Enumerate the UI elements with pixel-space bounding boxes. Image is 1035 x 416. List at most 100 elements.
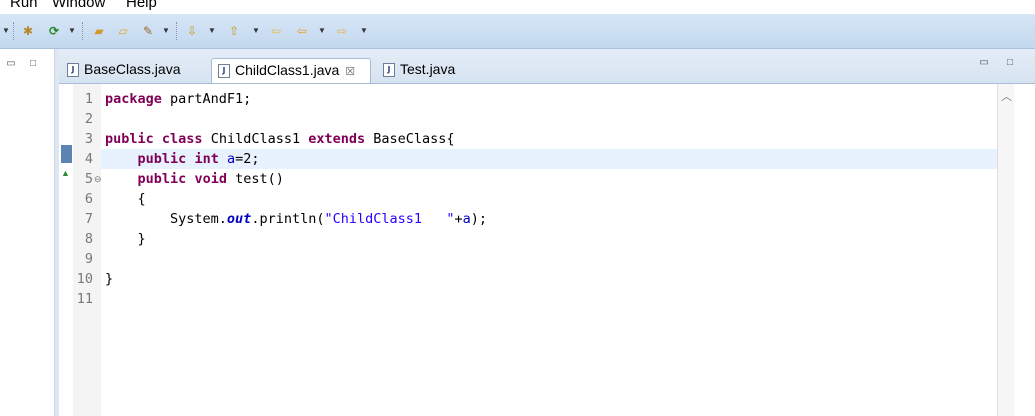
code-line[interactable] [101, 249, 997, 269]
code-token: public [137, 151, 187, 167]
toolbar-separator [176, 22, 178, 40]
code-line[interactable]: { [101, 189, 997, 209]
code-line[interactable]: public void test() [101, 169, 997, 189]
line-number: 3 [84, 131, 93, 147]
code-token: out [226, 211, 252, 227]
toolbar-separator [13, 22, 15, 40]
code-token: .println( [251, 211, 325, 227]
code-line[interactable]: public class ChildClass1 extends BaseCla… [101, 129, 997, 149]
open-folder-icon[interactable]: ▰ [90, 23, 108, 39]
wand-dropdown-icon[interactable]: ▼ [162, 23, 170, 39]
run-icon[interactable]: ⟳ [46, 23, 62, 39]
vertical-scrollbar[interactable]: ︿ [997, 84, 1015, 416]
code-token: int [194, 151, 219, 167]
code-token: test() [226, 171, 284, 187]
override-indicator-icon[interactable]: ▲ [61, 168, 70, 178]
toolbar: ▼ ✱ ⟳ ▼ ▰ ▱ ✎ ▼ ⇩ ▼ ⇧ ▼ ⇦ ⇦ ▼ ⇨ ▼ [0, 14, 1035, 49]
prev-annotation-icon[interactable]: ⇧ [226, 23, 242, 39]
scroll-up-icon[interactable]: ︿ [1001, 88, 1012, 104]
java-file-icon: J [218, 64, 230, 79]
line-number: 1 [84, 91, 93, 107]
line-number: 4 [84, 151, 93, 167]
tab-baseclass[interactable]: J BaseClass.java [61, 58, 187, 83]
menu-bar: Run Window Help [0, 0, 1035, 14]
debug-icon[interactable]: ✱ [20, 23, 36, 39]
code-token: } [105, 231, 146, 247]
back-icon[interactable]: ⇦ [294, 23, 310, 39]
editor-maximize-icon[interactable]: □ [1005, 58, 1015, 68]
next-annotation-icon[interactable]: ⇩ [184, 23, 200, 39]
line-number: 8 [84, 231, 93, 247]
tab-childclass1[interactable]: J ChildClass1.java ☒ [211, 58, 371, 83]
code-token: partAndF1; [161, 91, 252, 107]
prev-annotation-dropdown-icon[interactable]: ▼ [252, 23, 260, 39]
back-dropdown-icon[interactable]: ▼ [318, 23, 326, 39]
menu-window[interactable]: Window [52, 0, 105, 11]
forward-dropdown-icon[interactable]: ▼ [360, 23, 368, 39]
next-annotation-dropdown-icon[interactable]: ▼ [208, 23, 216, 39]
code-line[interactable]: public int a=2; [101, 149, 997, 169]
code-token: void [194, 171, 227, 187]
code-token: + [454, 211, 463, 227]
menu-run[interactable]: Run [10, 0, 38, 11]
overview-ruler[interactable] [1014, 84, 1035, 416]
wand-icon[interactable]: ✎ [140, 23, 156, 39]
java-file-icon: J [383, 63, 395, 78]
code-token: class [161, 131, 203, 147]
code-token: a [226, 151, 236, 167]
code-token: public [105, 131, 154, 147]
code-line[interactable]: System.out.println("ChildClass1 "+a); [101, 209, 997, 229]
annotation-ruler[interactable]: ▲ [59, 84, 73, 416]
code-token: } [105, 271, 114, 287]
code-token: ); [470, 211, 488, 227]
maximize-icon[interactable]: □ [28, 59, 38, 69]
menu-help[interactable]: Help [126, 0, 157, 11]
left-minimized-panel: ▭ □ [0, 49, 55, 416]
code-area[interactable]: package partAndF1; public class ChildClas… [101, 84, 997, 416]
code-token: =2; [235, 151, 260, 167]
editor-tab-bar: J BaseClass.java J ChildClass1.java ☒ J Test… [59, 49, 1035, 84]
run-dropdown-icon[interactable]: ▼ [68, 23, 76, 39]
code-token: BaseClass{ [365, 131, 455, 147]
open-type-icon[interactable]: ▱ [114, 23, 132, 39]
code-line[interactable]: package partAndF1; [101, 89, 997, 109]
forward-icon[interactable]: ⇨ [334, 23, 350, 39]
line-number: 7 [84, 211, 93, 227]
code-line[interactable] [101, 289, 997, 309]
java-editor: J BaseClass.java J ChildClass1.java ☒ J Test… [59, 49, 1035, 416]
code-line[interactable]: } [101, 269, 997, 289]
tab-label: BaseClass.java [84, 61, 181, 77]
line-number: 5 [84, 171, 93, 187]
java-file-icon: J [67, 63, 79, 78]
minimize-icon[interactable]: ▭ [6, 59, 16, 69]
dropdown-arrow-icon[interactable]: ▼ [2, 23, 10, 39]
toolbar-separator [82, 22, 84, 40]
code-token: package [105, 91, 162, 107]
editor-minimize-icon[interactable]: ▭ [979, 58, 989, 68]
tab-test[interactable]: J Test.java [377, 58, 461, 83]
code-line[interactable]: } [101, 229, 997, 249]
line-number: 2 [84, 111, 93, 127]
line-number: 6 [84, 191, 93, 207]
code-token: "ChildClass1 " [324, 211, 455, 227]
occurrence-marker [61, 145, 72, 163]
code-token: ChildClass1 [202, 131, 309, 147]
tab-label: ChildClass1.java [235, 62, 340, 78]
code-token: public [137, 171, 187, 187]
line-number: 11 [76, 291, 93, 307]
code-line[interactable] [101, 109, 997, 129]
code-token: a [462, 211, 471, 227]
close-icon[interactable]: ☒ [345, 66, 355, 78]
line-number: 10 [76, 271, 93, 287]
tab-label: Test.java [400, 61, 456, 77]
code-token: extends [308, 131, 366, 147]
line-number-ruler: 1 2 3 4 5 ⊖ 6 7 8 9 10 11 [73, 84, 102, 416]
last-edit-icon[interactable]: ⇦ [268, 23, 284, 39]
line-number: 9 [84, 251, 93, 267]
code-token: System. [105, 211, 227, 227]
code-token: { [105, 191, 146, 207]
